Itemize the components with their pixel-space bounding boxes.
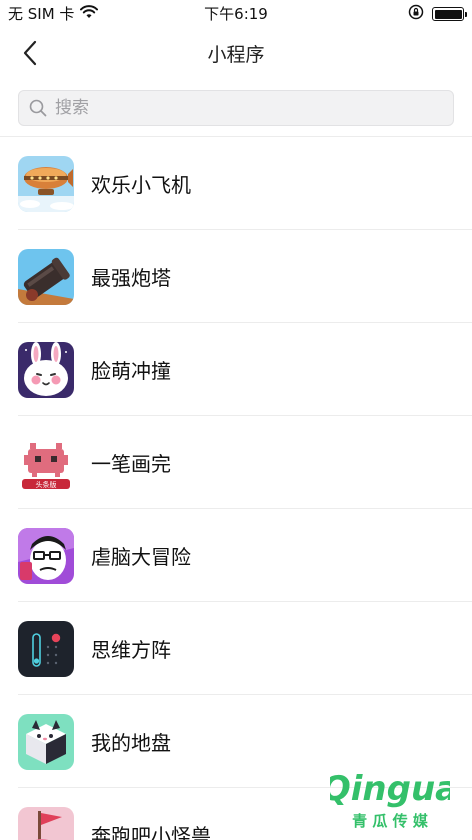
app-name: 最强炮塔 (91, 266, 171, 290)
app-name: 思维方阵 (91, 638, 171, 662)
pink-monster-icon: 头条版 (18, 434, 74, 491)
dots-grid-icon (18, 620, 74, 677)
list-item[interactable]: 最强炮塔 (0, 230, 472, 323)
nav-bar: 小程序 (0, 28, 472, 78)
cartoon-character-icon (18, 527, 74, 584)
icon-badge-label: 头条版 (36, 480, 57, 489)
cube-cat-icon (18, 713, 74, 770)
search-input[interactable] (55, 98, 435, 118)
watermark-brand: Qingua (330, 769, 450, 809)
list-item[interactable]: 欢乐小飞机 (0, 137, 472, 230)
cannon-icon (18, 248, 74, 305)
app-name: 奔跑吧小怪兽 (91, 824, 211, 840)
airship-icon (18, 155, 74, 212)
list-item[interactable]: 脸萌冲撞 (0, 323, 472, 416)
app-name: 欢乐小飞机 (91, 173, 191, 197)
qingua-watermark-logo: Qingua 青 瓜 传 媒 (330, 769, 450, 830)
list-item[interactable]: 头条版 一笔画完 (0, 416, 472, 509)
app-name: 脸萌冲撞 (91, 359, 171, 383)
running-monster-icon (18, 806, 74, 840)
status-bar: 无 SIM 卡 下午6:19 (0, 0, 472, 28)
list-item[interactable]: 虐脑大冒险 (0, 509, 472, 602)
bunny-face-icon (18, 341, 74, 398)
mini-program-list: 欢乐小飞机 最强炮塔 脸萌冲撞 头条版 一笔画完 虐脑大冒险 思维方阵 我的地盘… (0, 137, 472, 840)
status-right (408, 4, 467, 24)
app-name: 虐脑大冒险 (91, 545, 191, 569)
search-icon (29, 99, 47, 117)
search-bar[interactable] (18, 90, 454, 126)
status-time: 下午6:19 (204, 5, 268, 23)
battery-icon (432, 7, 467, 21)
orientation-lock-icon (408, 4, 424, 24)
app-name: 我的地盘 (91, 731, 171, 755)
page-title: 小程序 (207, 44, 265, 66)
app-name: 一笔画完 (91, 452, 171, 476)
list-item[interactable]: 思维方阵 (0, 602, 472, 695)
watermark-subtitle: 青 瓜 传 媒 (352, 812, 429, 830)
